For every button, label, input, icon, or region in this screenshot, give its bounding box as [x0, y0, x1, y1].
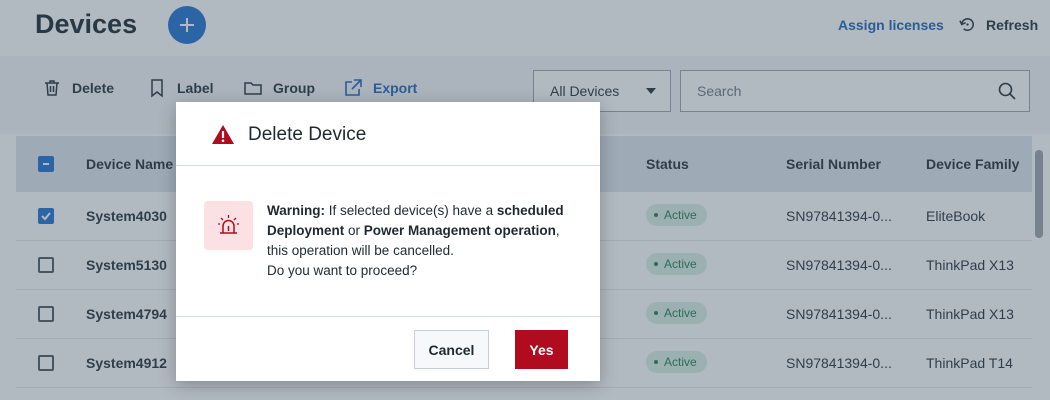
cancel-button[interactable]: Cancel — [414, 330, 489, 369]
dialog-title: Delete Device — [248, 124, 367, 145]
warning-triangle-icon — [212, 125, 234, 144]
message-text: or — [344, 223, 364, 238]
delete-device-dialog: Delete Device Warning: If selected devic… — [176, 102, 600, 381]
message-text: If selected device(s) have a — [325, 203, 497, 218]
message-emphasis: Power Management operation — [363, 223, 556, 238]
siren-icon — [218, 215, 239, 234]
alert-icon-box — [204, 201, 253, 250]
warning-label: Warning: — [267, 203, 325, 218]
confirm-yes-button[interactable]: Yes — [515, 330, 568, 369]
confirmation-question: Do you want to proceed? — [267, 263, 418, 278]
dialog-header: Delete Device — [176, 102, 600, 166]
dialog-message: Warning: If selected device(s) have a sc… — [267, 201, 577, 281]
dialog-footer: Cancel Yes — [176, 316, 600, 381]
